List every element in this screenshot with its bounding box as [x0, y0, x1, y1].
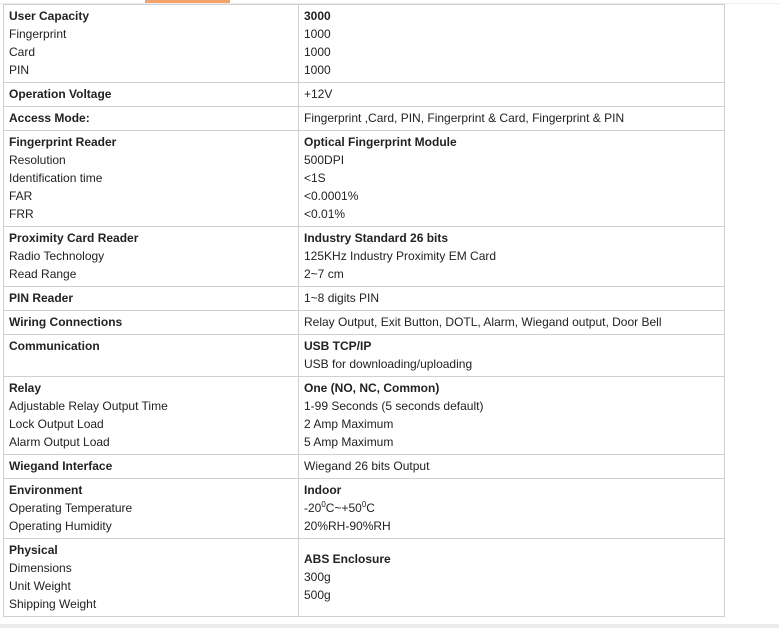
table-row: Physical Dimensions Unit Weight Shipping…: [3, 538, 725, 617]
sub-label: Fingerprint: [9, 27, 67, 41]
sub-label: Identification time: [9, 171, 103, 185]
section-value: Industry Standard 26 bits: [304, 231, 449, 245]
sub-value: 2~7 cm: [304, 267, 344, 281]
section-label: Wiring Connections: [9, 315, 123, 329]
label-cell: User Capacity Fingerprint Card PIN: [3, 4, 299, 83]
temp-low: -20: [304, 501, 322, 515]
value-cell: +12V: [298, 82, 725, 107]
label-cell: Environment Operating Temperature Operat…: [3, 478, 299, 539]
sub-value: 1000: [304, 27, 331, 41]
value-text: 1~8 digits PIN: [304, 291, 380, 305]
section-label: Wiegand Interface: [9, 459, 113, 473]
value-cell: USB TCP/IP USB for downloading/uploading: [298, 334, 725, 377]
sub-label: Adjustable Relay Output Time: [9, 399, 168, 413]
sub-value: 20%RH-90%RH: [304, 519, 391, 533]
temp-high: +50: [341, 501, 362, 515]
section-value: 3000: [304, 9, 331, 23]
table-row: Proximity Card Reader Radio Technology R…: [3, 226, 725, 287]
section-value: USB TCP/IP: [304, 339, 372, 353]
sub-value: 300g: [304, 570, 331, 584]
sub-label: Unit Weight: [9, 579, 71, 593]
sub-value: 2 Amp Maximum: [304, 417, 394, 431]
temperature-range: -200C~+500C: [304, 499, 719, 517]
value-text: Fingerprint ,Card, PIN, Fingerprint & Ca…: [304, 111, 625, 125]
sub-value: 125KHz Industry Proximity EM Card: [304, 249, 497, 263]
value-text: Wiegand 26 bits Output: [304, 459, 430, 473]
section-label: Proximity Card Reader: [9, 231, 139, 245]
sub-value: <0.01%: [304, 207, 346, 221]
section-label: Communication: [9, 339, 100, 353]
sub-label: Shipping Weight: [9, 597, 97, 611]
section-label: Physical: [9, 543, 58, 557]
sub-value: 1-99 Seconds (5 seconds default): [304, 399, 484, 413]
sub-label: PIN: [9, 63, 30, 77]
value-cell: Fingerprint ,Card, PIN, Fingerprint & Ca…: [298, 106, 725, 131]
sub-label: Operating Temperature: [9, 501, 133, 515]
section-label: Access Mode:: [9, 111, 90, 125]
table-row: Fingerprint Reader Resolution Identifica…: [3, 130, 725, 227]
sub-label: FAR: [9, 189, 33, 203]
section-value: ABS Enclosure: [304, 552, 391, 566]
sub-value: <0.0001%: [304, 189, 359, 203]
sub-value: 5 Amp Maximum: [304, 435, 394, 449]
value-text: Relay Output, Exit Button, DOTL, Alarm, …: [304, 315, 662, 329]
value-cell: Industry Standard 26 bits 125KHz Industr…: [298, 226, 725, 287]
value-cell: Optical Fingerprint Module 500DPI <1S <0…: [298, 130, 725, 227]
value-cell: One (NO, NC, Common) 1-99 Seconds (5 sec…: [298, 376, 725, 455]
label-cell: Physical Dimensions Unit Weight Shipping…: [3, 538, 299, 617]
sub-label: Alarm Output Load: [9, 435, 110, 449]
sub-value: USB for downloading/uploading: [304, 357, 473, 371]
sub-value: 500g: [304, 588, 331, 602]
spec-table: User Capacity Fingerprint Card PIN 3000 …: [3, 4, 725, 617]
label-cell: Wiegand Interface: [3, 454, 299, 479]
value-text: +12V: [304, 87, 333, 101]
sub-label: Resolution: [9, 153, 66, 167]
temp-unit: C: [366, 501, 375, 515]
label-cell: Fingerprint Reader Resolution Identifica…: [3, 130, 299, 227]
value-cell: 1~8 digits PIN: [298, 286, 725, 311]
table-row: Wiring Connections Relay Output, Exit Bu…: [3, 310, 725, 335]
table-row: Environment Operating Temperature Operat…: [3, 478, 725, 539]
value-cell: Indoor -200C~+500C 20%RH-90%RH: [298, 478, 725, 539]
value-cell: Wiegand 26 bits Output: [298, 454, 725, 479]
table-row: Access Mode: Fingerprint ,Card, PIN, Fin…: [3, 106, 725, 131]
table-row: Wiegand Interface Wiegand 26 bits Output: [3, 454, 725, 479]
sub-label: FRR: [9, 207, 34, 221]
sub-label: Read Range: [9, 267, 77, 281]
table-row: Relay Adjustable Relay Output Time Lock …: [3, 376, 725, 455]
section-value: Optical Fingerprint Module: [304, 135, 457, 149]
section-value: Indoor: [304, 483, 342, 497]
label-cell: Wiring Connections: [3, 310, 299, 335]
table-row: Communication USB TCP/IP USB for downloa…: [3, 334, 725, 377]
bottom-divider: [0, 624, 779, 628]
section-label: User Capacity: [9, 9, 90, 23]
label-cell: Relay Adjustable Relay Output Time Lock …: [3, 376, 299, 455]
sub-value: 1000: [304, 45, 331, 59]
sub-label: Card: [9, 45, 36, 59]
sub-label: Lock Output Load: [9, 417, 104, 431]
label-cell: Operation Voltage: [3, 82, 299, 107]
sub-label: Radio Technology: [9, 249, 105, 263]
value-cell: 3000 1000 1000 1000: [298, 4, 725, 83]
section-label: Relay: [9, 381, 42, 395]
section-label: Environment: [9, 483, 83, 497]
sub-value: 1000: [304, 63, 331, 77]
label-cell: Communication: [3, 334, 299, 377]
value-cell: ABS Enclosure 300g 500g: [298, 538, 725, 617]
table-row: User Capacity Fingerprint Card PIN 3000 …: [3, 4, 725, 83]
sub-label: Dimensions: [9, 561, 72, 575]
section-label: Operation Voltage: [9, 87, 112, 101]
label-cell: Proximity Card Reader Radio Technology R…: [3, 226, 299, 287]
value-cell: Relay Output, Exit Button, DOTL, Alarm, …: [298, 310, 725, 335]
label-cell: PIN Reader: [3, 286, 299, 311]
sub-value: <1S: [304, 171, 326, 185]
section-label: Fingerprint Reader: [9, 135, 117, 149]
label-cell: Access Mode:: [3, 106, 299, 131]
sub-label: Operating Humidity: [9, 519, 112, 533]
section-label: PIN Reader: [9, 291, 74, 305]
section-value: One (NO, NC, Common): [304, 381, 440, 395]
sub-value: 500DPI: [304, 153, 345, 167]
table-row: Operation Voltage +12V: [3, 82, 725, 107]
table-row: PIN Reader 1~8 digits PIN: [3, 286, 725, 311]
